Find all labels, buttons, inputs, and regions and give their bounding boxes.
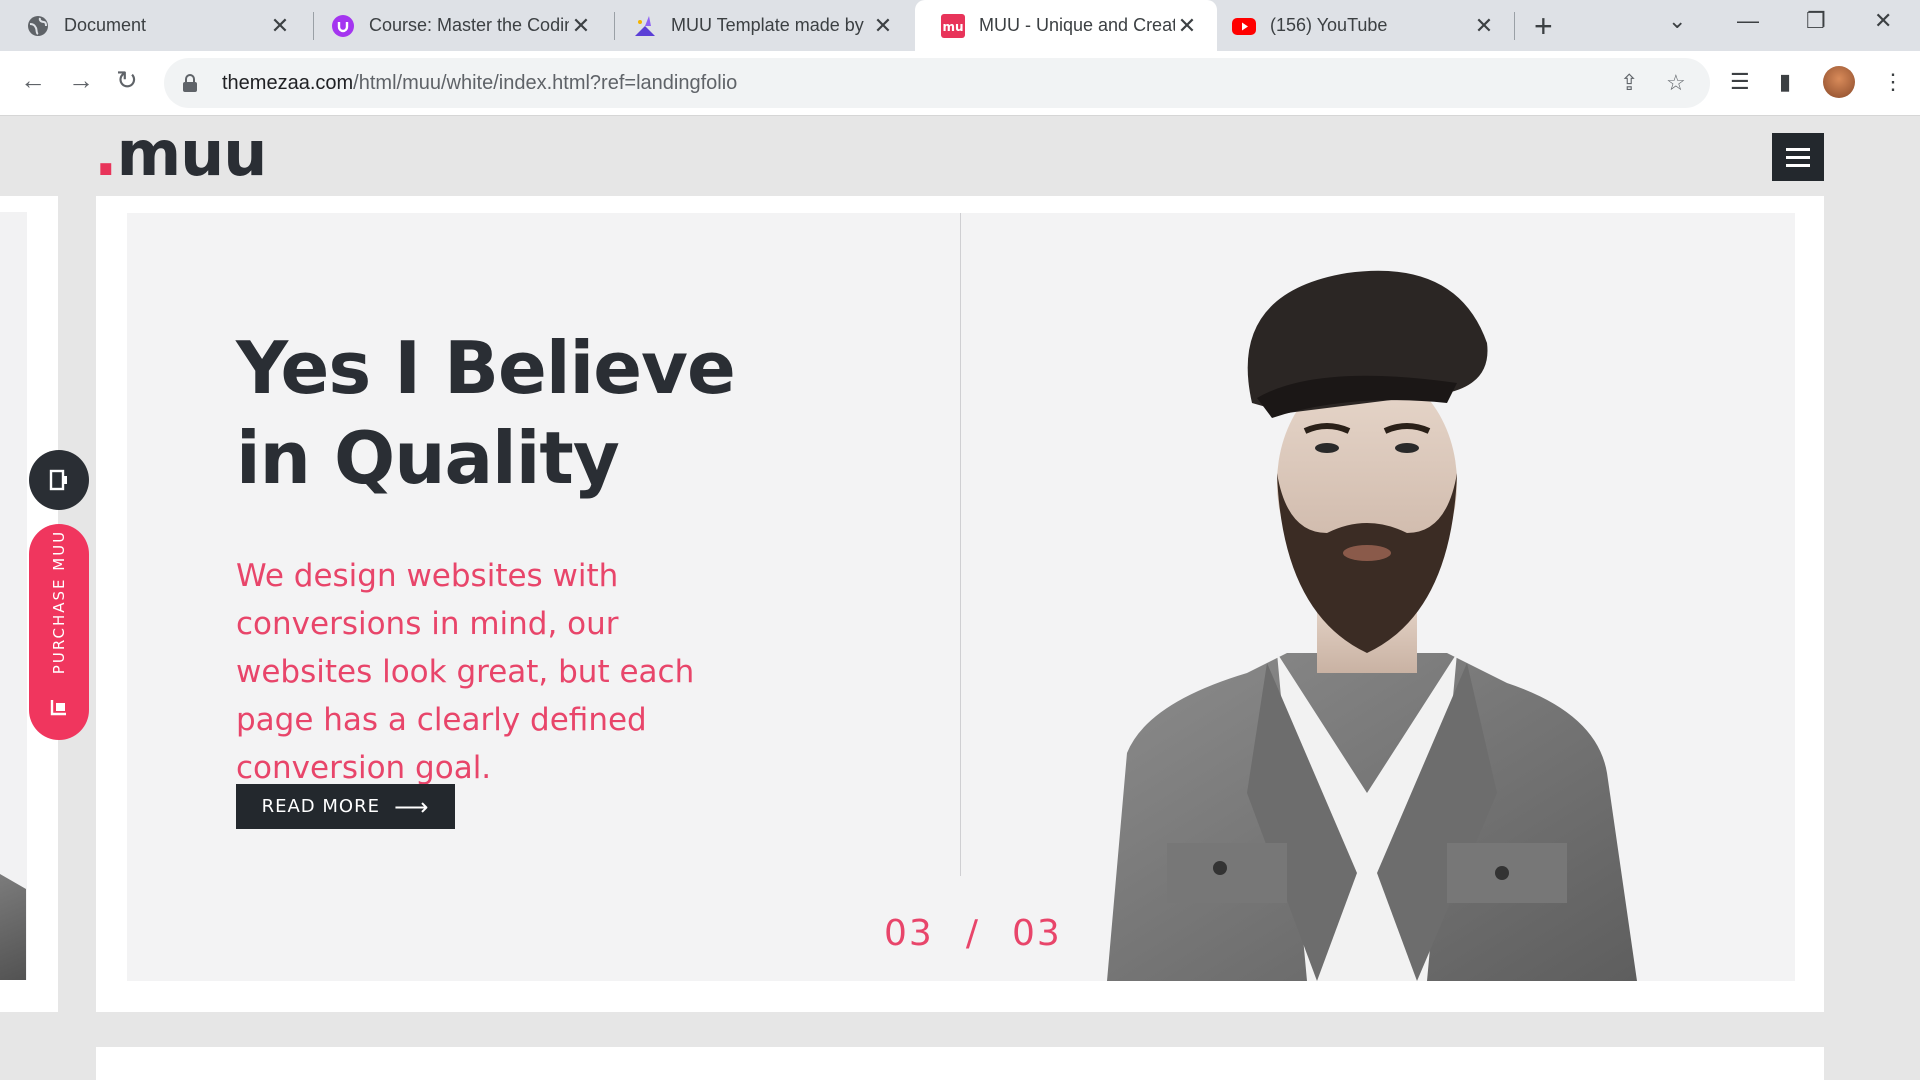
divider-line [960,213,961,876]
tab-youtube[interactable]: (156) YouTube ✕ [1206,0,1514,51]
globe-icon [28,15,48,36]
purchase-label: PURCHASE MUU [50,529,68,675]
address-bar[interactable]: themezaa.com/html/muu/white/index.html?r… [164,58,1710,108]
tab-title: Course: Master the Codin [369,15,569,35]
web-page: .muu Yes I Believe in Quality We design w… [0,117,1920,1080]
tab-search-icon[interactable]: ⌄ [1668,8,1686,34]
demos-button[interactable] [29,450,89,510]
wizard-icon [635,15,655,36]
browser-tab-strip: Document ✕ Course: Master the Codin ✕ MU… [0,0,1920,51]
close-tab-icon[interactable]: ✕ [1472,13,1496,39]
more-menu-icon[interactable]: ⋮ [1882,69,1904,95]
tab-title: MUU - Unique and Creat [979,15,1175,35]
hero-slide: Yes I Believe in Quality We design websit… [127,213,1795,981]
tab-document[interactable]: Document ✕ [0,0,310,51]
reload-icon[interactable]: ↻ [116,65,138,96]
lock-icon [183,74,197,92]
muu-icon: mu [941,13,965,38]
previous-slide-image [0,212,27,980]
media-control-icon[interactable]: ☰ [1730,69,1750,95]
door-icon [49,469,67,491]
close-tab-icon[interactable]: ✕ [569,13,593,39]
arrow-right-icon: ⟶ [393,792,430,821]
tab-title: Document [64,15,147,35]
menu-icon [1786,147,1810,151]
close-tab-icon[interactable]: ✕ [1175,13,1199,39]
hero-description: We design websites with conversions in m… [236,558,695,786]
share-icon[interactable]: ⇪ [1620,70,1638,96]
minimize-icon[interactable]: — [1737,8,1759,34]
tab-muu-active[interactable]: mu MUU - Unique and Creat ✕ [915,0,1217,51]
site-logo[interactable]: .muu [94,117,267,190]
forward-icon[interactable]: → [68,65,94,96]
restore-icon[interactable]: ❐ [1806,8,1826,34]
tab-course[interactable]: Course: Master the Codin ✕ [305,0,611,51]
cart-icon [50,700,66,716]
menu-button[interactable] [1772,133,1824,181]
youtube-icon [1232,17,1256,35]
new-tab-button[interactable]: + [1534,8,1553,45]
close-tab-icon[interactable]: ✕ [871,13,895,39]
svg-text:mu: mu [942,20,963,34]
close-window-icon[interactable]: ✕ [1874,8,1892,34]
tab-divider [1514,12,1515,40]
star-icon[interactable]: ☆ [1666,70,1686,96]
close-tab-icon[interactable]: ✕ [268,13,292,39]
read-more-button[interactable]: READ MORE ⟶ [236,784,455,829]
next-section-card [96,1047,1824,1080]
man-portrait-image [1107,270,1637,981]
tab-muu-template[interactable]: MUU Template made by ✕ [607,0,913,51]
browser-toolbar: ← → ↻ themezaa.com/html/muu/white/index.… [0,51,1920,116]
hero-heading: Yes I Believe in Quality [236,326,736,500]
profile-avatar[interactable] [1823,66,1855,98]
purchase-muu-button[interactable]: PURCHASE MUU [29,524,89,740]
tab-title: (156) YouTube [1270,15,1388,35]
url-text[interactable]: themezaa.com/html/muu/white/index.html?r… [222,72,737,95]
udemy-icon [332,14,354,37]
side-panel-icon[interactable]: ▮ [1779,69,1791,95]
back-icon[interactable]: ← [20,65,46,96]
tab-title: MUU Template made by [671,15,864,35]
